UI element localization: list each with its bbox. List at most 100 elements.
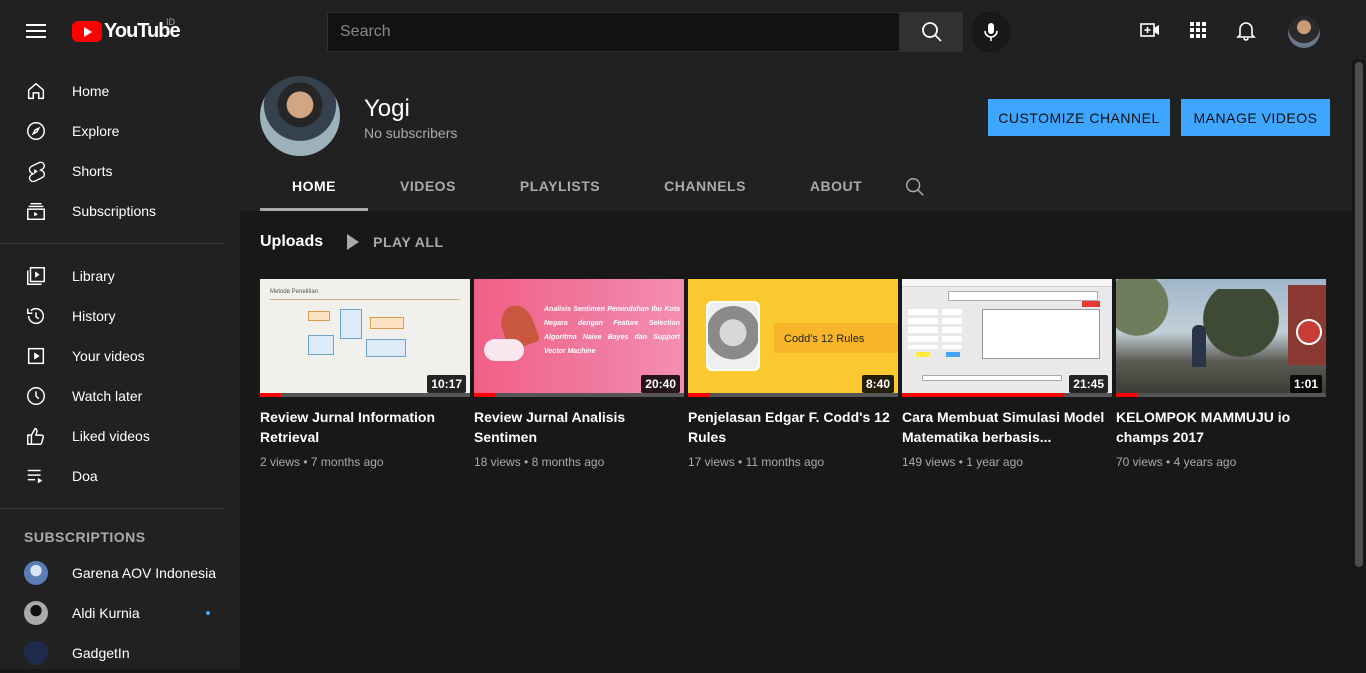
- video-meta: 17 views • 11 months ago: [688, 455, 825, 469]
- sidebar-item-history[interactable]: History: [0, 296, 240, 336]
- video-meta: 18 views • 8 months ago: [474, 455, 605, 469]
- video-meta: 2 views • 7 months ago: [260, 455, 384, 469]
- sidebar-item-doa[interactable]: Doa: [0, 456, 240, 496]
- create-video-button[interactable]: [1138, 18, 1162, 42]
- compass-icon: [27, 122, 45, 140]
- subscription-item[interactable]: Garena AOV Indonesia: [0, 553, 240, 593]
- video-card[interactable]: Metode Penelitian 10:17 Review Jurnal In…: [260, 279, 470, 469]
- video-thumbnail[interactable]: Metode Penelitian 10:17: [260, 279, 470, 397]
- divider: [0, 508, 225, 509]
- sidebar-item-shorts[interactable]: Shorts: [0, 151, 240, 191]
- subscriptions-heading: SUBSCRIPTIONS: [24, 529, 146, 545]
- subscription-item[interactable]: GadgetIn: [0, 633, 240, 673]
- upload-age: 1 year ago: [966, 455, 1023, 469]
- view-count: 2 views: [260, 455, 301, 469]
- video-thumbnail[interactable]: Analisis Sentimen Pemindahan Ibu Kota Ne…: [474, 279, 684, 397]
- masthead: YouTube ID: [0, 0, 1366, 60]
- manage-videos-button[interactable]: MANAGE VIDEOS: [1181, 99, 1330, 136]
- new-content-dot: [206, 611, 210, 615]
- search-icon: [906, 178, 924, 196]
- watch-progress: [1116, 393, 1326, 397]
- uploads-header: Uploads PLAY ALL: [260, 233, 444, 251]
- play-all-label: PLAY ALL: [373, 234, 444, 250]
- tab-about[interactable]: ABOUT: [778, 164, 894, 211]
- watch-progress: [688, 393, 898, 397]
- menu-icon[interactable]: [24, 20, 48, 40]
- watch-progress: [260, 393, 470, 397]
- sidebar-item-watch-later[interactable]: Watch later: [0, 376, 240, 416]
- customize-channel-button[interactable]: CUSTOMIZE CHANNEL: [988, 99, 1170, 136]
- sidebar-item-label: Shorts: [72, 163, 113, 179]
- search-icon: [922, 22, 942, 42]
- notifications-button[interactable]: [1234, 18, 1258, 42]
- video-card[interactable]: Analisis Sentimen Pemindahan Ibu Kota Ne…: [474, 279, 684, 469]
- sidebar-item-label: Explore: [72, 123, 120, 139]
- voice-search-button[interactable]: [971, 12, 1011, 52]
- youtube-play-icon: [72, 20, 102, 42]
- video-thumbnail[interactable]: Codd's 12 Rules 8:40: [688, 279, 898, 397]
- scrollbar-thumb[interactable]: [1355, 62, 1363, 567]
- history-icon: [27, 308, 45, 325]
- sidebar-item-liked-videos[interactable]: Liked videos: [0, 416, 240, 456]
- tab-channels[interactable]: CHANNELS: [632, 164, 778, 211]
- your-videos-icon: [27, 347, 45, 365]
- uploads-title[interactable]: Uploads: [260, 233, 323, 251]
- upload-age: 8 months ago: [531, 455, 605, 469]
- apps-button[interactable]: [1186, 18, 1210, 42]
- tab-videos[interactable]: VIDEOS: [368, 164, 488, 211]
- divider: [0, 243, 225, 244]
- video-card[interactable]: 1:01 KELOMPOK MAMMUJU io champs 2017 70 …: [1116, 279, 1326, 469]
- upload-age: 7 months ago: [310, 455, 384, 469]
- home-icon: [27, 82, 45, 100]
- watch-progress: [902, 393, 1112, 397]
- video-title[interactable]: Review Jurnal Information Retrieval: [260, 407, 470, 447]
- thumbnail-caption: Codd's 12 Rules: [774, 323, 898, 353]
- subscription-item[interactable]: Aldi Kurnia: [0, 593, 240, 633]
- tab-playlists[interactable]: PLAYLISTS: [488, 164, 632, 211]
- sidebar-item-library[interactable]: Library: [0, 256, 240, 296]
- video-card[interactable]: 21:45 Cara Membuat Simulasi Model Matema…: [902, 279, 1112, 469]
- video-thumbnail[interactable]: 1:01: [1116, 279, 1326, 397]
- sidebar-item-subscriptions[interactable]: Subscriptions: [0, 191, 240, 231]
- shorts-icon: [28, 161, 45, 182]
- video-title[interactable]: KELOMPOK MAMMUJU io champs 2017: [1116, 407, 1326, 447]
- page-scrollbar[interactable]: [1352, 60, 1366, 669]
- sidebar-item-your-videos[interactable]: Your videos: [0, 336, 240, 376]
- subscription-label: Aldi Kurnia: [72, 605, 140, 621]
- channel-avatar-large: [260, 76, 340, 156]
- video-meta: 70 views • 4 years ago: [1116, 455, 1237, 469]
- video-card[interactable]: Codd's 12 Rules 8:40 Penjelasan Edgar F.…: [688, 279, 898, 469]
- sidebar-item-label: Your videos: [72, 348, 145, 364]
- sidebar-item-explore[interactable]: Explore: [0, 111, 240, 151]
- play-icon: [347, 234, 360, 250]
- channel-tabs: HOME VIDEOS PLAYLISTS CHANNELS ABOUT: [260, 164, 894, 211]
- playlist-icon: [27, 469, 43, 484]
- search-input[interactable]: [327, 12, 900, 52]
- sidebar-item-label: Liked videos: [72, 428, 150, 444]
- video-duration: 1:01: [1289, 375, 1322, 393]
- account-avatar[interactable]: [1288, 16, 1320, 48]
- thumbnail-caption: Analisis Sentimen Pemindahan Ibu Kota Ne…: [544, 306, 680, 355]
- sidebar-item-label: Home: [72, 83, 110, 99]
- search-button[interactable]: [899, 12, 963, 52]
- create-video-icon: [1140, 23, 1159, 37]
- view-count: 18 views: [474, 455, 521, 469]
- play-all-button[interactable]: PLAY ALL: [347, 234, 443, 250]
- sidebar-item-label: Library: [72, 268, 115, 284]
- subscriber-count: No subscribers: [364, 125, 458, 141]
- video-title[interactable]: Penjelasan Edgar F. Codd's 12 Rules: [688, 407, 898, 447]
- tab-home[interactable]: HOME: [260, 164, 368, 211]
- sidebar-item-label: Watch later: [72, 388, 143, 404]
- sidebar-item-home[interactable]: Home: [0, 71, 240, 111]
- sidebar-item-label: Doa: [72, 468, 98, 484]
- video-meta: 149 views • 1 year ago: [902, 455, 1023, 469]
- video-title[interactable]: Review Jurnal Analisis Sentimen: [474, 407, 684, 447]
- video-thumbnail[interactable]: 21:45: [902, 279, 1112, 397]
- video-duration: 21:45: [1069, 375, 1108, 393]
- channel-search-button[interactable]: [904, 176, 928, 200]
- youtube-logo[interactable]: YouTube: [72, 20, 181, 42]
- clock-icon: [27, 387, 45, 405]
- video-title[interactable]: Cara Membuat Simulasi Model Matematika b…: [902, 407, 1112, 447]
- sidebar: Home Explore Shorts Subscriptions Librar…: [0, 60, 240, 669]
- video-duration: 10:17: [427, 375, 466, 393]
